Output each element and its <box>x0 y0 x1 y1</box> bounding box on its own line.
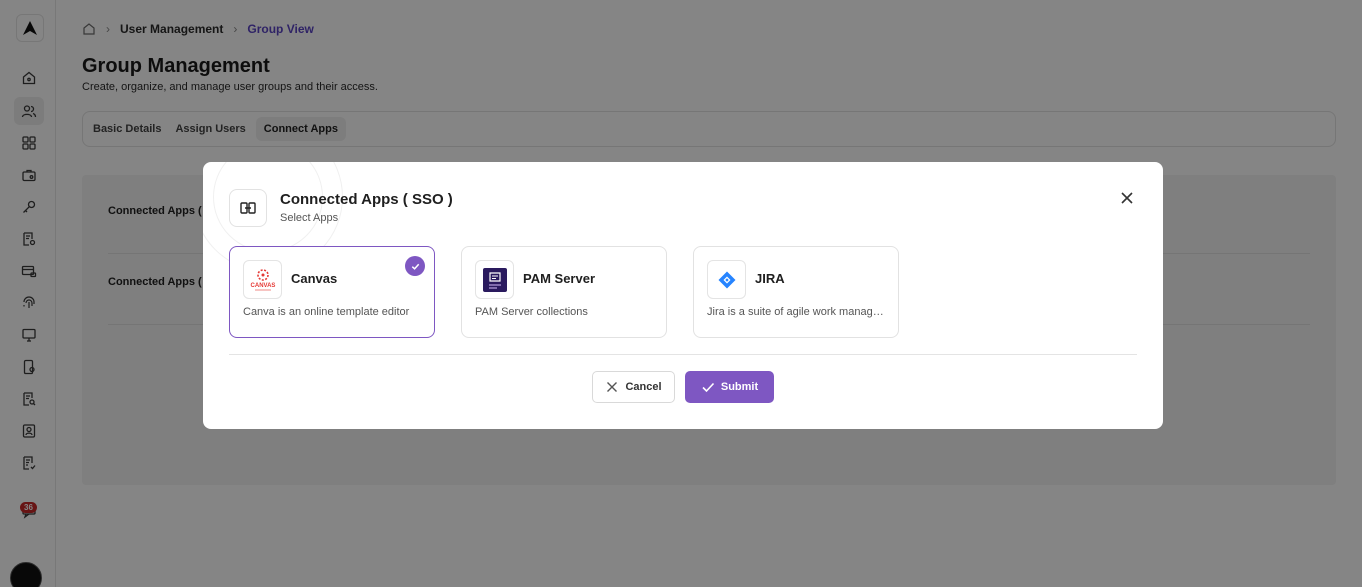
modal-header-icon <box>229 189 267 227</box>
check-icon <box>411 263 419 270</box>
app-description: Jira is a suite of agile work management… <box>707 306 889 318</box>
close-button[interactable] <box>1116 187 1138 209</box>
app-card-canvas[interactable]: CANVAS Canvas Canva is an online templat… <box>229 246 435 338</box>
app-name: Canvas <box>291 271 338 286</box>
app-description: PAM Server collections <box>475 306 588 318</box>
app-description: Canva is an online template editor <box>243 306 410 318</box>
pam-server-logo-icon <box>482 267 507 292</box>
close-icon <box>607 382 618 392</box>
app-name: PAM Server <box>523 271 596 286</box>
modal-divider <box>229 354 1137 355</box>
jira-logo <box>707 260 746 299</box>
app-name: JIRA <box>755 271 785 286</box>
app-card-jira[interactable]: JIRA Jira is a suite of agile work manag… <box>693 246 899 338</box>
modal-title: Connected Apps ( SSO ) <box>280 191 453 208</box>
connected-apps-modal: Connected Apps ( SSO ) Select Apps CANVA… <box>203 162 1163 429</box>
canvas-logo-icon: CANVAS <box>250 268 275 290</box>
check-icon <box>702 382 714 393</box>
app-connect-icon <box>240 202 256 214</box>
modal-subtitle: Select Apps <box>280 212 339 224</box>
cancel-button-label: Cancel <box>625 381 662 393</box>
svg-text:CANVAS: CANVAS <box>250 283 275 289</box>
jira-logo-icon <box>718 271 735 288</box>
canvas-logo: CANVAS <box>243 260 282 299</box>
selected-check-badge <box>405 256 425 276</box>
cancel-button[interactable]: Cancel <box>592 371 675 403</box>
close-icon <box>1121 192 1133 204</box>
submit-button-label: Submit <box>720 381 759 393</box>
pam-server-logo <box>475 260 514 299</box>
app-card-pam-server[interactable]: PAM Server PAM Server collections <box>461 246 667 338</box>
submit-button[interactable]: Submit <box>685 371 774 403</box>
